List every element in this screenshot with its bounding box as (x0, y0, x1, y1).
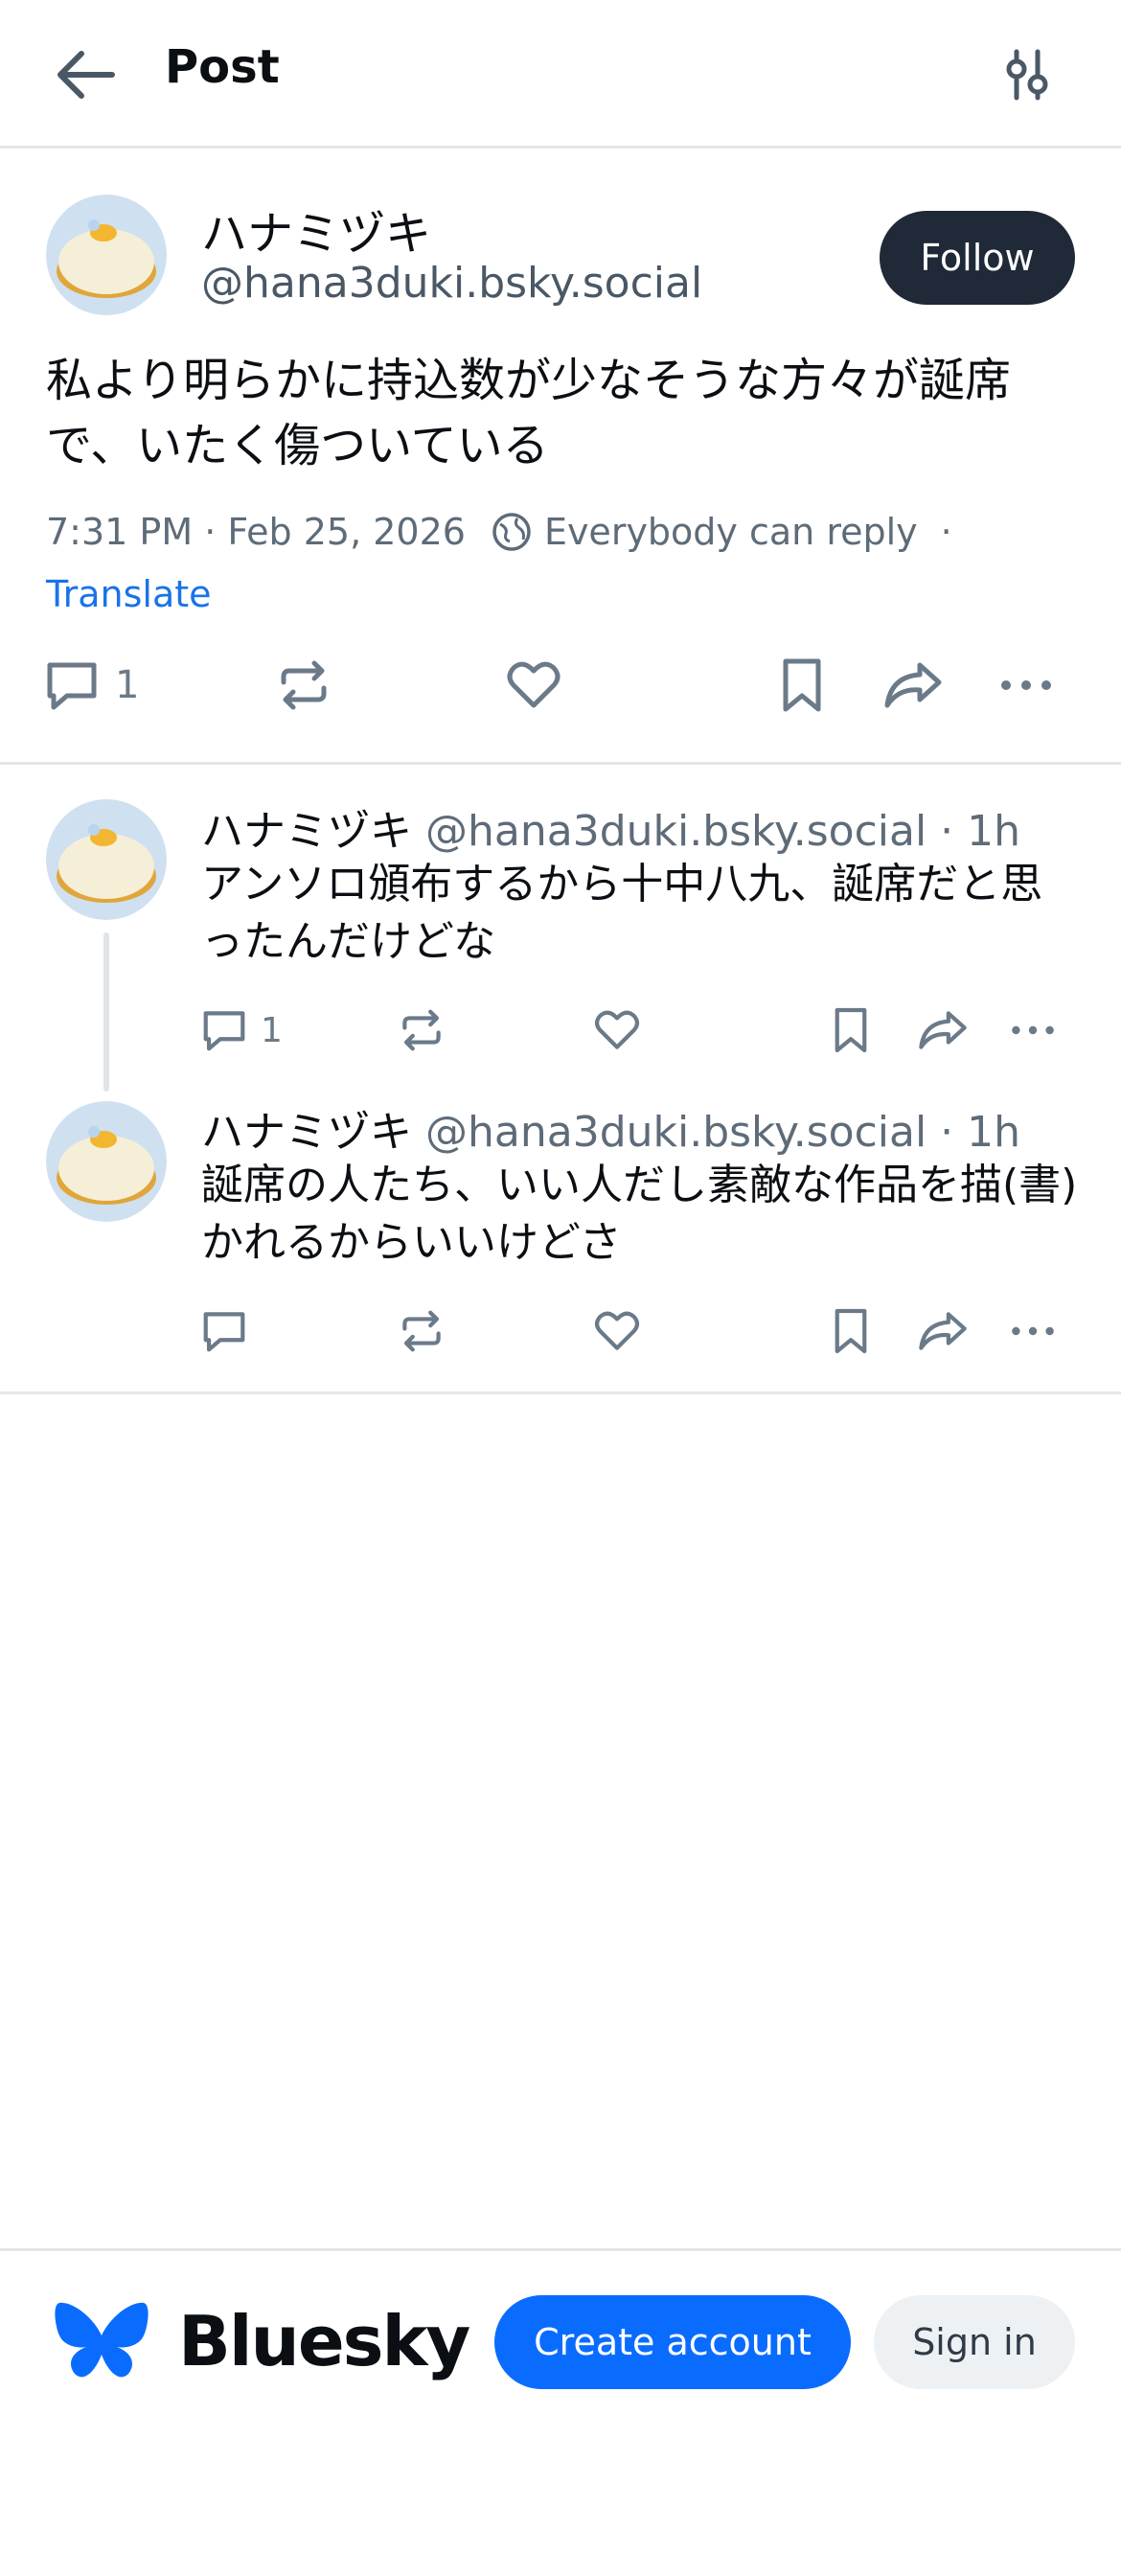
reply-button[interactable]: 1 (42, 656, 139, 715)
share-icon (919, 1011, 967, 1049)
repost-icon (402, 1310, 441, 1352)
more-options-button[interactable] (1008, 1306, 1058, 1356)
reply-actions: 1 (192, 998, 1073, 1065)
meta-separator: · (940, 511, 952, 553)
more-options-button[interactable] (996, 656, 1056, 715)
thread-divider (0, 1392, 1121, 1394)
more-dots-icon (1012, 1326, 1054, 1336)
author-name[interactable]: ハナミヅキ (201, 196, 431, 263)
reply-post[interactable]: ハナミヅキ @hana3duki.bsky.social · 1h 誕席の人たち… (0, 1084, 1121, 1391)
back-button[interactable] (53, 46, 120, 104)
post-timestamp[interactable]: 7:31 PM · Feb 25, 2026 (46, 511, 466, 553)
like-button[interactable] (592, 1306, 642, 1356)
bookmark-icon (783, 658, 821, 712)
reply-text: 誕席の人たち、いい人だし素敵な作品を描(書)かれるからいいけどさ (201, 1161, 1078, 1267)
like-button[interactable] (592, 1005, 642, 1055)
main-post: ハナミヅキ @hana3duki.bsky.social Follow 私より明… (0, 151, 1121, 765)
butterfly-logo-icon (55, 2302, 149, 2378)
thread-settings-button[interactable] (1001, 48, 1055, 102)
reply-button[interactable] (199, 1306, 249, 1356)
author-handle[interactable]: @hana3duki.bsky.social (201, 259, 702, 308)
translate-link[interactable]: Translate (46, 573, 212, 615)
sliders-icon (1006, 49, 1048, 101)
page-title: Post (165, 40, 280, 94)
like-button[interactable] (504, 656, 563, 715)
author-handle[interactable]: @hana3duki.bsky.social · 1h (425, 807, 1020, 856)
top-bar: Post (0, 0, 1121, 149)
more-dots-icon (1012, 1025, 1054, 1035)
share-icon (884, 662, 942, 708)
thread-line (103, 932, 109, 1092)
bookmark-icon (835, 1007, 867, 1053)
globe-icon (492, 513, 531, 551)
more-dots-icon (1001, 680, 1051, 690)
bookmark-button[interactable] (772, 656, 832, 715)
create-account-button[interactable]: Create account (494, 2295, 851, 2389)
avatar[interactable] (46, 195, 167, 315)
post-meta: 7:31 PM · Feb 25, 2026 Everybody can rep… (46, 511, 952, 553)
repost-button[interactable] (397, 1306, 446, 1356)
post-text: 私より明らかに持込数が少なそうな方々が誕席で、いたく傷ついている (46, 354, 1012, 472)
repost-button[interactable] (274, 656, 333, 715)
reply-header: ハナミヅキ @hana3duki.bsky.social · 1h (201, 1097, 1020, 1159)
reply-count: 1 (261, 1010, 283, 1050)
reply-icon (203, 1011, 245, 1051)
share-button[interactable] (916, 1306, 970, 1356)
reply-post[interactable]: ハナミヅキ @hana3duki.bsky.social · 1h アンソロ頒布… (0, 768, 1121, 1092)
reply-text: アンソロ頒布するから十中八九、誕席だと思ったんだけどな (201, 860, 1043, 966)
sign-in-button[interactable]: Sign in (874, 2295, 1075, 2389)
share-button[interactable] (881, 656, 945, 715)
author-handle[interactable]: @hana3duki.bsky.social · 1h (425, 1108, 1020, 1157)
reply-icon (203, 1312, 245, 1352)
bookmark-button[interactable] (826, 1306, 876, 1356)
share-icon (919, 1312, 967, 1350)
reply-header: ハナミヅキ @hana3duki.bsky.social · 1h (201, 796, 1020, 858)
follow-button[interactable]: Follow (880, 211, 1075, 305)
reply-button[interactable]: 1 (199, 1005, 283, 1055)
more-options-button[interactable] (1008, 1005, 1058, 1055)
repost-button[interactable] (397, 1005, 446, 1055)
reply-count: 1 (115, 663, 140, 707)
heart-icon (594, 1311, 640, 1350)
avatar[interactable] (46, 1101, 167, 1222)
post-actions: 1 (38, 648, 1083, 724)
arrow-left-icon (57, 51, 115, 99)
author-name[interactable]: ハナミヅキ (201, 1108, 412, 1157)
heart-icon (507, 661, 560, 708)
reply-actions (192, 1299, 1073, 1366)
share-button[interactable] (916, 1005, 970, 1055)
repost-icon (402, 1009, 441, 1051)
bluesky-logo-text: Bluesky (178, 2301, 470, 2381)
reply-setting[interactable]: Everybody can reply (544, 511, 918, 553)
reply-icon (47, 662, 97, 710)
avatar[interactable] (46, 799, 167, 920)
heart-icon (594, 1010, 640, 1049)
signup-footer: Bluesky Create account Sign in (0, 2248, 1121, 2576)
bookmark-button[interactable] (826, 1005, 876, 1055)
bookmark-icon (835, 1308, 867, 1354)
author-name[interactable]: ハナミヅキ (201, 807, 412, 856)
repost-icon (281, 660, 327, 710)
